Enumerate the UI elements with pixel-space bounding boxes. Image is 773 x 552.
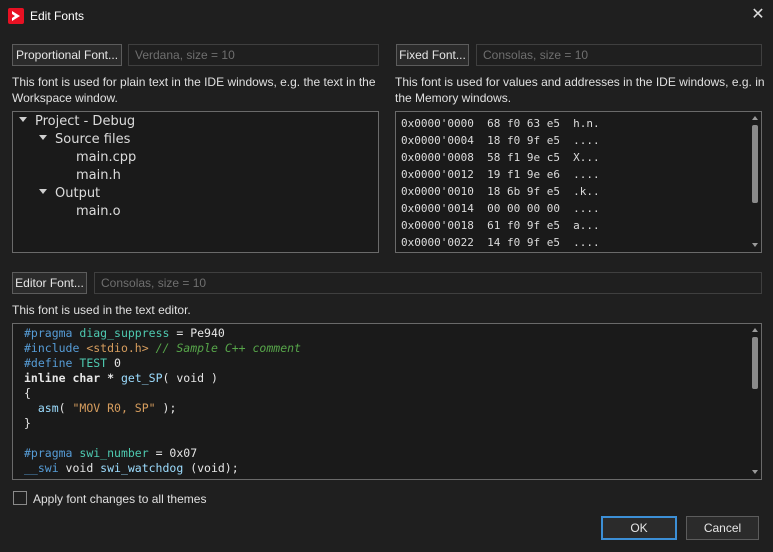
code-line: #include <stdio.h> // Sample C++ comment xyxy=(24,341,301,355)
proportional-font-description: This font is used for plain text in the … xyxy=(12,75,376,105)
memory-preview: 0x0000'0000 68 f0 63 e5 h.n. 0x0000'0004… xyxy=(395,111,762,253)
cancel-button[interactable]: Cancel xyxy=(686,516,759,540)
scroll-down-icon[interactable] xyxy=(752,470,758,474)
memory-row: 0x0000'0022 14 f0 9f e5 .... xyxy=(401,236,600,249)
scroll-down-icon[interactable] xyxy=(752,243,758,247)
chevron-down-icon xyxy=(39,189,47,194)
apply-all-themes-checkbox[interactable] xyxy=(13,491,27,505)
chevron-down-icon xyxy=(39,135,47,140)
tree-item-source-files[interactable]: Source files xyxy=(39,132,130,147)
arrow-app-icon xyxy=(8,8,24,24)
code-line: inline char * get_SP( void ) xyxy=(24,371,218,385)
memory-row: 0x0000'0000 68 f0 63 e5 h.n. xyxy=(401,117,600,130)
window-title: Edit Fonts xyxy=(30,9,85,23)
editor-scrollbar[interactable] xyxy=(751,325,759,478)
tree-item-project[interactable]: Project - Debug xyxy=(19,114,135,129)
tree-item-label: Project - Debug xyxy=(35,114,136,129)
tree-item-label: Output xyxy=(55,186,101,201)
code-line: #define TEST 0 xyxy=(24,356,121,370)
ok-button[interactable]: OK xyxy=(601,516,677,540)
fixed-font-description: This font is used for values and address… xyxy=(395,75,765,105)
apply-all-themes-label[interactable]: Apply font changes to all themes xyxy=(33,491,206,507)
memory-row: 0x0000'0010 18 6b 9f e5 .k.. xyxy=(401,185,600,198)
proportional-font-field: Verdana, size = 10 xyxy=(128,44,379,66)
memory-row: 0x0000'0012 19 f1 9e e6 .... xyxy=(401,168,600,181)
proportional-font-button[interactable]: Proportional Font... xyxy=(12,44,122,66)
code-line: asm( "MOV R0, SP" ); xyxy=(37,401,177,415)
editor-font-field: Consolas, size = 10 xyxy=(94,272,762,294)
fixed-font-field: Consolas, size = 10 xyxy=(476,44,762,66)
memory-row: 0x0000'0018 61 f0 9f e5 a... xyxy=(401,219,600,232)
code-line: __swi void swi_watchdog (void); xyxy=(24,461,239,475)
scroll-up-icon[interactable] xyxy=(752,328,758,332)
editor-font-description: This font is used in the text editor. xyxy=(12,303,191,317)
code-line: } xyxy=(24,416,31,430)
scroll-up-icon[interactable] xyxy=(752,116,758,120)
memory-row: 0x0000'0008 58 f1 9e c5 X... xyxy=(401,151,600,164)
editor-preview: #pragma diag_suppress = Pe940 #include <… xyxy=(12,323,762,480)
editor-font-button[interactable]: Editor Font... xyxy=(12,272,87,294)
code-line: #pragma swi_number = 0x07 xyxy=(24,446,198,460)
code-line: { xyxy=(24,386,31,400)
scrollbar-thumb[interactable] xyxy=(752,125,758,203)
code-line: #pragma diag_suppress = Pe940 xyxy=(24,326,225,340)
memory-row: 0x0000'0014 00 00 00 00 .... xyxy=(401,202,600,215)
memory-row: 0x0000'0004 18 f0 9f e5 .... xyxy=(401,134,600,147)
memory-scrollbar[interactable] xyxy=(751,113,759,251)
scrollbar-thumb[interactable] xyxy=(752,337,758,389)
title-bar xyxy=(0,0,773,32)
tree-item-main-cpp[interactable]: main.cpp xyxy=(76,150,136,165)
tree-item-main-h[interactable]: main.h xyxy=(76,168,121,183)
close-icon[interactable]: ✕ xyxy=(748,5,768,25)
tree-item-label: Source files xyxy=(55,132,131,147)
tree-item-output[interactable]: Output xyxy=(39,186,100,201)
workspace-tree-preview: Project - Debug Source files main.cpp ma… xyxy=(12,111,379,253)
chevron-down-icon xyxy=(19,117,27,122)
tree-item-main-o[interactable]: main.o xyxy=(76,204,121,219)
fixed-font-button[interactable]: Fixed Font... xyxy=(396,44,469,66)
